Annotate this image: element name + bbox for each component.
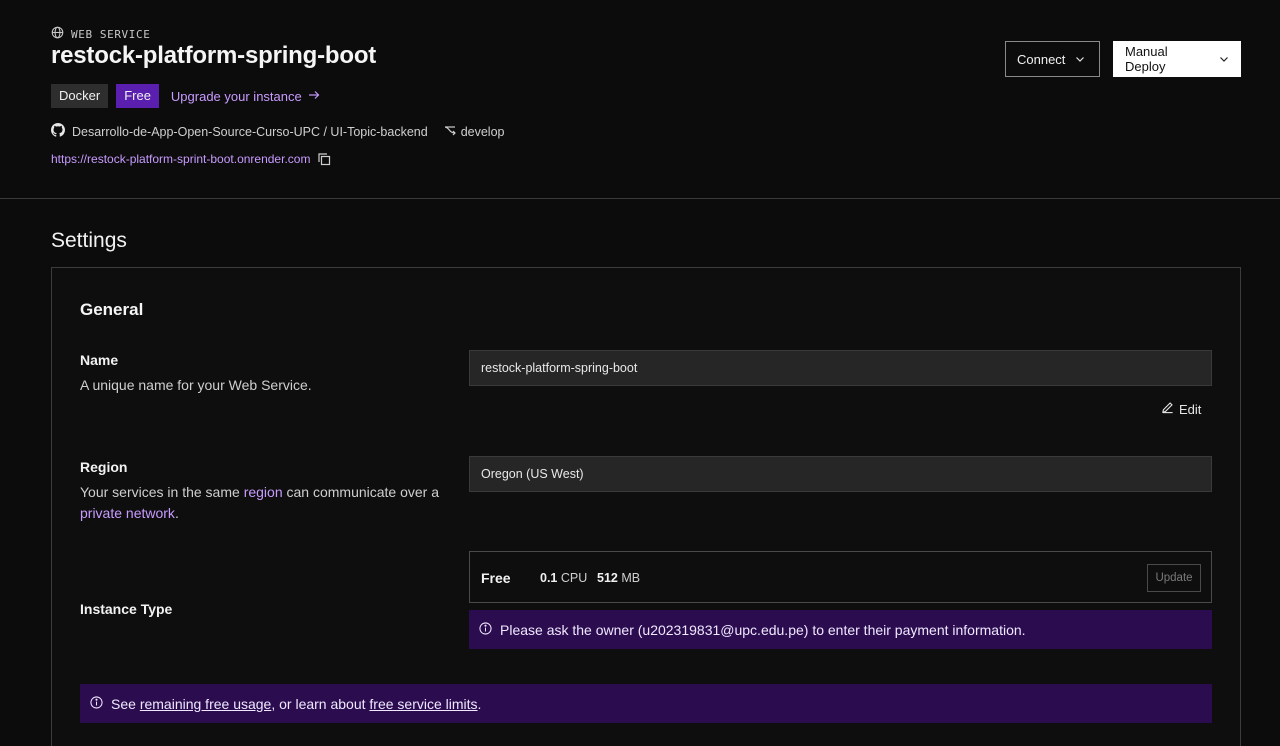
region-docs-link[interactable]: region (244, 484, 283, 500)
edit-name-button[interactable]: Edit (1161, 401, 1201, 417)
payment-notice: Please ask the owner (u202319831@upc.edu… (469, 610, 1212, 649)
badge-row: Docker Free Upgrade your instance (51, 84, 320, 108)
manual-deploy-label: Manual Deploy (1125, 44, 1168, 74)
branch-indicator: develop (443, 123, 505, 140)
instance-plan-name: Free (481, 570, 511, 586)
settings-heading: Settings (51, 229, 127, 252)
general-heading: General (80, 300, 144, 319)
instance-type-card: Free 0.1 CPU 512 MB Update (469, 551, 1212, 603)
repo-link[interactable]: Desarrollo-de-App-Open-Source-Curso-UPC … (72, 125, 428, 139)
free-usage-notice: See remaining free usage, or learn about… (80, 684, 1212, 723)
usage-middle: , or learn about (271, 695, 370, 712)
region-desc-middle: can communicate over a (282, 484, 440, 500)
connect-button[interactable]: Connect (1005, 41, 1100, 77)
upgrade-link-label: Upgrade your instance (170, 88, 302, 104)
manual-deploy-button[interactable]: Manual Deploy (1113, 41, 1241, 77)
name-field[interactable]: restock-platform-spring-boot (469, 350, 1212, 386)
region-label: Region (80, 459, 128, 475)
arrow-right-icon (308, 89, 320, 104)
payment-notice-text: Please ask the owner (u202319831@upc.edu… (500, 621, 1026, 638)
cpu-unit: CPU (560, 571, 588, 585)
mem-value: 512 (597, 571, 618, 585)
runtime-badge: Docker (51, 84, 109, 108)
usage-suffix: . (477, 695, 482, 712)
copy-icon[interactable] (317, 152, 331, 166)
info-icon (90, 695, 103, 712)
cpu-value: 0.1 (540, 571, 558, 585)
service-header: WEB SERVICE restock-platform-spring-boot… (0, 0, 1280, 199)
service-title: restock-platform-spring-boot (51, 42, 377, 69)
free-service-limits-link[interactable]: free service limits (369, 696, 477, 712)
region-desc-suffix: . (174, 505, 179, 521)
github-icon (51, 123, 65, 140)
remaining-free-usage-link[interactable]: remaining free usage (140, 696, 272, 712)
private-network-link[interactable]: private network (80, 505, 175, 521)
service-type-row: WEB SERVICE (51, 26, 150, 42)
region-desc-prefix: Your services in the same (80, 484, 244, 500)
update-instance-button[interactable]: Update (1147, 564, 1201, 592)
repo-row: Desarrollo-de-App-Open-Source-Curso-UPC … (51, 123, 505, 140)
upgrade-instance-link[interactable]: Upgrade your instance (171, 89, 320, 104)
pencil-icon (1161, 401, 1174, 417)
plan-badge: Free (116, 84, 159, 108)
edit-label: Edit (1179, 401, 1202, 417)
instance-cpu: 0.1 CPU (540, 571, 587, 585)
service-url-row: https://restock-platform-sprint-boot.onr… (51, 152, 331, 166)
instance-memory: 512 MB (597, 571, 640, 585)
name-label: Name (80, 352, 119, 368)
name-description: A unique name for your Web Service. (80, 377, 312, 393)
service-url-link[interactable]: https://restock-platform-sprint-boot.onr… (51, 152, 310, 166)
connect-button-label: Connect (1017, 51, 1066, 67)
instance-type-label: Instance Type (80, 601, 173, 617)
region-description: Your services in the same region can com… (80, 482, 460, 524)
info-icon (479, 621, 492, 638)
git-branch-icon (443, 123, 457, 140)
general-settings-panel: General Name A unique name for your Web … (51, 267, 1241, 746)
branch-name: develop (460, 124, 505, 139)
region-field[interactable]: Oregon (US West) (469, 456, 1212, 492)
globe-icon (51, 26, 64, 42)
service-type-label: WEB SERVICE (71, 27, 151, 41)
usage-prefix: See (111, 695, 140, 712)
mem-unit: MB (621, 571, 641, 585)
usage-notice-text: See remaining free usage, or learn about… (111, 696, 481, 712)
chevron-down-icon (1219, 52, 1229, 67)
chevron-down-icon (1075, 52, 1085, 67)
